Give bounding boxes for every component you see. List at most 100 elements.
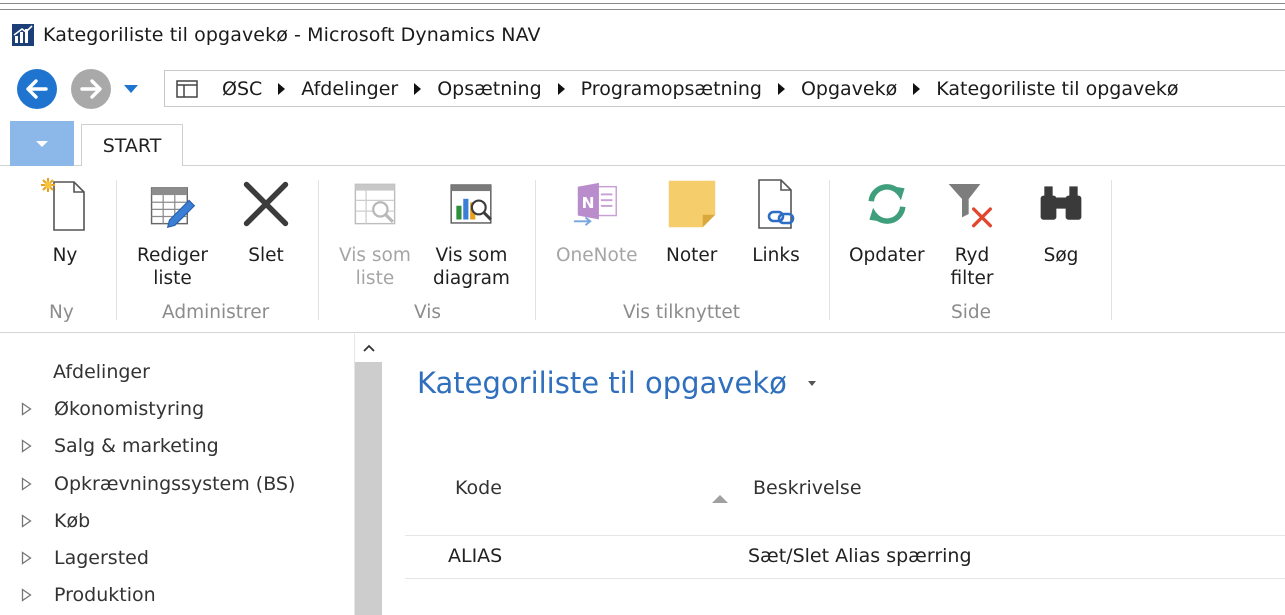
nav-item-produktion[interactable]: Produktion xyxy=(0,577,340,613)
expand-arrow-icon[interactable] xyxy=(21,477,32,491)
group-label-vis-tilknyttet: Vis tilknyttet xyxy=(623,302,740,323)
clear-filter-icon xyxy=(948,184,992,228)
table-row-divider xyxy=(405,578,1285,579)
nav-item-salg-marketing[interactable]: Salg & marketing xyxy=(0,428,340,464)
refresh-button-label: Opdater xyxy=(849,245,925,266)
navigation-pane-scrollbar[interactable] xyxy=(355,334,382,615)
tab-start[interactable]: START xyxy=(81,124,183,167)
column-header-kode[interactable]: Kode xyxy=(455,477,502,499)
search-button[interactable]: Søg xyxy=(1036,176,1086,267)
breadcrumb-separator-icon[interactable] xyxy=(557,82,565,95)
delete-button[interactable]: Slet xyxy=(241,176,291,267)
refresh-button[interactable]: Opdater xyxy=(849,176,925,267)
window-title: Kategoriliste til opgavekø - Microsoft D… xyxy=(43,24,541,46)
group-label-side: Side xyxy=(951,302,992,323)
navigation-pane-header[interactable]: Afdelinger xyxy=(53,361,150,383)
nav-item-opkraevningssystem[interactable]: Opkrævningssystem (BS) xyxy=(0,466,340,502)
onenote-button[interactable]: N OneNote xyxy=(556,176,637,267)
table-cell-beskrivelse[interactable]: Sæt/Slet Alias spærring xyxy=(748,545,972,567)
expand-arrow-icon[interactable] xyxy=(21,514,32,528)
application-menu-button[interactable] xyxy=(10,121,74,166)
history-dropdown-icon[interactable] xyxy=(122,82,140,96)
ribbon-group-divider xyxy=(318,180,319,320)
breadcrumb-current-page[interactable]: Kategoriliste til opgavekø xyxy=(936,78,1178,100)
new-document-icon xyxy=(41,178,85,231)
delete-button-label: Slet xyxy=(248,245,284,266)
expand-arrow-icon[interactable] xyxy=(21,439,32,453)
delete-x-icon xyxy=(243,181,289,227)
edit-list-icon xyxy=(150,187,195,228)
address-bar[interactable]: ØSC Afdelinger Opsætning Programopsætnin… xyxy=(164,70,1285,107)
group-label-vis: Vis xyxy=(414,302,442,323)
breadcrumb-separator-icon[interactable] xyxy=(414,82,422,95)
expand-arrow-icon[interactable] xyxy=(21,402,32,416)
expand-arrow-icon[interactable] xyxy=(21,588,32,602)
edit-list-button-label: Rediger liste xyxy=(137,245,209,289)
ribbon-tab-row: START xyxy=(0,120,1285,167)
group-label-administrer: Administrer xyxy=(162,302,270,323)
nav-item-lagersted[interactable]: Lagersted xyxy=(0,540,340,576)
breadcrumb-separator-icon[interactable] xyxy=(777,82,785,95)
list-view-icon xyxy=(354,183,396,225)
links-button[interactable]: Links xyxy=(751,176,801,267)
show-as-chart-button-label: Vis som diagram xyxy=(433,245,510,289)
table-grid-icon xyxy=(176,79,198,98)
ribbon-group-divider xyxy=(116,180,117,320)
column-header-beskrivelse[interactable]: Beskrivelse xyxy=(753,477,862,499)
sort-ascending-icon[interactable] xyxy=(711,494,729,504)
new-button-label: Ny xyxy=(52,245,78,266)
breadcrumb-afdelinger[interactable]: Afdelinger xyxy=(301,78,398,100)
notes-button[interactable]: Noter xyxy=(666,176,717,267)
window-frame xyxy=(0,0,1285,10)
forward-button[interactable] xyxy=(71,69,111,109)
clear-filter-button[interactable]: Ryd filter xyxy=(947,176,997,290)
svg-text:N: N xyxy=(581,194,594,212)
onenote-button-label: OneNote xyxy=(556,245,638,266)
show-as-list-button-label: Vis som liste xyxy=(339,245,411,289)
show-as-list-button[interactable]: Vis som liste xyxy=(339,176,411,290)
arrow-left-icon xyxy=(26,79,48,99)
expand-arrow-icon[interactable] xyxy=(21,551,32,565)
refresh-icon xyxy=(868,184,906,224)
group-label-ny: Ny xyxy=(49,302,74,323)
chevron-up-icon xyxy=(362,344,375,352)
binoculars-icon xyxy=(1040,186,1082,220)
nav-item-koeb[interactable]: Køb xyxy=(0,503,340,539)
navigation-bar: ØSC Afdelinger Opsætning Programopsætnin… xyxy=(0,60,1285,118)
ribbon-group-divider xyxy=(535,180,536,320)
chevron-down-icon xyxy=(36,140,48,147)
page-title[interactable]: Kategoriliste til opgavekø xyxy=(417,366,817,400)
breadcrumb-opgavekoe[interactable]: Opgavekø xyxy=(801,78,897,100)
back-button[interactable] xyxy=(17,69,57,109)
new-button[interactable]: Ny xyxy=(40,176,90,267)
show-as-chart-button[interactable]: Vis som diagram xyxy=(433,176,510,290)
link-document-icon xyxy=(758,179,795,229)
breadcrumb-separator-icon[interactable] xyxy=(913,82,921,95)
list-page-content: Kategoriliste til opgavekø Kode Beskrive… xyxy=(383,334,1285,615)
arrow-right-icon xyxy=(80,79,102,99)
breadcrumb-opsaetning[interactable]: Opsætning xyxy=(437,78,541,100)
breadcrumb-programopsaetning[interactable]: Programopsætning xyxy=(581,78,762,100)
chart-view-icon xyxy=(450,184,493,224)
scrollbar-thumb[interactable] xyxy=(355,362,382,615)
sticky-note-icon xyxy=(668,180,715,228)
clear-filter-button-label: Ryd filter xyxy=(950,245,994,289)
table-cell-kode[interactable]: ALIAS xyxy=(448,545,502,567)
scroll-up-button[interactable] xyxy=(355,334,382,362)
title-dropdown-icon[interactable] xyxy=(807,379,817,387)
ribbon-group-divider xyxy=(1111,180,1112,320)
onenote-icon: N xyxy=(573,182,617,226)
edit-list-button[interactable]: Rediger liste xyxy=(137,176,208,290)
dynamics-nav-app-icon xyxy=(12,24,34,46)
navigation-pane: Afdelinger Økonomistyring Salg & marketi… xyxy=(0,334,355,615)
search-button-label: Søg xyxy=(1043,245,1079,266)
table-header-divider xyxy=(405,535,1285,536)
breadcrumb-separator-icon[interactable] xyxy=(278,82,286,95)
title-bar: Kategoriliste til opgavekø - Microsoft D… xyxy=(0,11,1285,59)
links-button-label: Links xyxy=(752,245,800,266)
nav-item-okonomistyring[interactable]: Økonomistyring xyxy=(0,391,340,427)
notes-button-label: Noter xyxy=(666,245,718,266)
ribbon: Ny Ny Rediger liste Slet Administrer Vis… xyxy=(0,166,1285,333)
ribbon-group-divider xyxy=(829,180,830,320)
breadcrumb-osc[interactable]: ØSC xyxy=(222,78,262,100)
